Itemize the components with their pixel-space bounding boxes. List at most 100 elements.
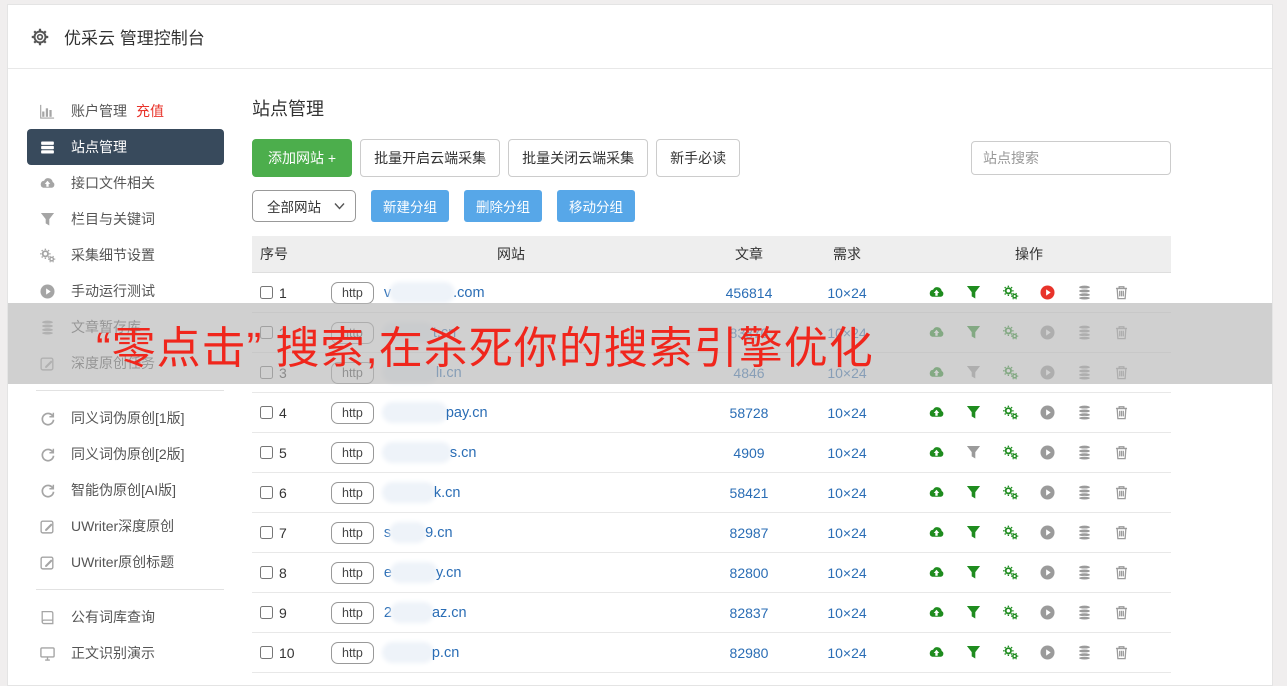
filter-icon[interactable] bbox=[965, 404, 982, 421]
filter-icon[interactable] bbox=[965, 644, 982, 661]
row-checkbox[interactable] bbox=[260, 446, 273, 459]
http-button[interactable]: http bbox=[331, 521, 374, 544]
http-button[interactable]: http bbox=[331, 601, 374, 624]
cloud-upload-icon[interactable] bbox=[928, 364, 945, 381]
database-icon[interactable] bbox=[1076, 284, 1093, 301]
trash-icon[interactable] bbox=[1113, 444, 1130, 461]
article-count[interactable]: 82987 bbox=[691, 525, 807, 541]
play-icon[interactable] bbox=[1039, 324, 1056, 341]
sidebar-item[interactable]: 深度原创任务 bbox=[27, 345, 224, 381]
row-checkbox[interactable] bbox=[260, 286, 273, 299]
play-icon[interactable] bbox=[1039, 564, 1056, 581]
sidebar-item[interactable]: UWriter深度原创 bbox=[27, 508, 224, 544]
play-icon[interactable] bbox=[1039, 404, 1056, 421]
article-count[interactable]: 82980 bbox=[691, 645, 807, 661]
sidebar-item[interactable]: 同义词伪原创[2版] bbox=[27, 436, 224, 472]
sidebar-item[interactable]: 文章暂存库 bbox=[27, 309, 224, 345]
database-icon[interactable] bbox=[1076, 324, 1093, 341]
play-icon[interactable] bbox=[1039, 484, 1056, 501]
article-count[interactable]: 83870 bbox=[691, 325, 807, 341]
article-count[interactable]: 4909 bbox=[691, 445, 807, 461]
demand-value[interactable]: 10×24 bbox=[807, 365, 887, 381]
site-domain[interactable]: s 9.cn bbox=[384, 525, 453, 541]
trash-icon[interactable] bbox=[1113, 404, 1130, 421]
recharge-link[interactable]: 充值 bbox=[136, 101, 164, 121]
demand-value[interactable]: 10×24 bbox=[807, 565, 887, 581]
site-domain[interactable]: v .com bbox=[384, 285, 485, 301]
demand-value[interactable]: 10×24 bbox=[807, 605, 887, 621]
cloud-upload-icon[interactable] bbox=[928, 444, 945, 461]
trash-icon[interactable] bbox=[1113, 284, 1130, 301]
http-button[interactable]: http bbox=[331, 361, 374, 384]
batch-close-button[interactable]: 批量关闭云端采集 bbox=[508, 139, 649, 177]
article-count[interactable]: 58421 bbox=[691, 485, 807, 501]
trash-icon[interactable] bbox=[1113, 564, 1130, 581]
row-checkbox[interactable] bbox=[260, 366, 273, 379]
gears-icon[interactable] bbox=[1002, 364, 1019, 381]
site-domain[interactable]: s.cn bbox=[384, 445, 476, 461]
batch-open-button[interactable]: 批量开启云端采集 bbox=[360, 139, 501, 177]
play-icon[interactable] bbox=[1039, 284, 1056, 301]
gears-icon[interactable] bbox=[1002, 284, 1019, 301]
trash-icon[interactable] bbox=[1113, 484, 1130, 501]
site-domain[interactable]: k.cn bbox=[384, 485, 460, 501]
sidebar-item[interactable]: 采集细节设置 bbox=[27, 237, 224, 273]
play-icon[interactable] bbox=[1039, 524, 1056, 541]
row-checkbox[interactable] bbox=[260, 326, 273, 339]
database-icon[interactable] bbox=[1076, 564, 1093, 581]
sidebar-item[interactable]: 站点管理 bbox=[27, 129, 224, 165]
trash-icon[interactable] bbox=[1113, 324, 1130, 341]
cloud-upload-icon[interactable] bbox=[928, 324, 945, 341]
gears-icon[interactable] bbox=[1002, 564, 1019, 581]
sidebar-item[interactable]: 接口文件相关 bbox=[27, 165, 224, 201]
site-domain[interactable]: 2 az.cn bbox=[384, 605, 467, 621]
gears-icon[interactable] bbox=[1002, 404, 1019, 421]
trash-icon[interactable] bbox=[1113, 604, 1130, 621]
move-group-button[interactable]: 移动分组 bbox=[557, 190, 635, 222]
row-checkbox[interactable] bbox=[260, 646, 273, 659]
play-icon[interactable] bbox=[1039, 644, 1056, 661]
trash-icon[interactable] bbox=[1113, 364, 1130, 381]
article-count[interactable]: 82800 bbox=[691, 565, 807, 581]
group-filter-select[interactable]: 全部网站 bbox=[252, 190, 356, 222]
play-icon[interactable] bbox=[1039, 444, 1056, 461]
filter-icon[interactable] bbox=[965, 524, 982, 541]
row-checkbox[interactable] bbox=[260, 406, 273, 419]
http-button[interactable]: http bbox=[331, 641, 374, 664]
cloud-upload-icon[interactable] bbox=[928, 404, 945, 421]
http-button[interactable]: http bbox=[331, 441, 374, 464]
cloud-upload-icon[interactable] bbox=[928, 524, 945, 541]
demand-value[interactable]: 10×24 bbox=[807, 485, 887, 501]
delete-group-button[interactable]: 删除分组 bbox=[464, 190, 542, 222]
filter-icon[interactable] bbox=[965, 444, 982, 461]
article-count[interactable]: 58728 bbox=[691, 405, 807, 421]
site-domain[interactable]: t.cn bbox=[384, 325, 456, 341]
demand-value[interactable]: 10×24 bbox=[807, 285, 887, 301]
cloud-upload-icon[interactable] bbox=[928, 644, 945, 661]
cloud-upload-icon[interactable] bbox=[928, 484, 945, 501]
trash-icon[interactable] bbox=[1113, 524, 1130, 541]
http-button[interactable]: http bbox=[331, 321, 374, 344]
add-site-button[interactable]: 添加网站 + bbox=[252, 139, 353, 177]
http-button[interactable]: http bbox=[331, 481, 374, 504]
sidebar-item[interactable]: 智能伪原创[AI版] bbox=[27, 472, 224, 508]
demand-value[interactable]: 10×24 bbox=[807, 445, 887, 461]
site-domain[interactable]: p.cn bbox=[384, 645, 459, 661]
article-count[interactable]: 82837 bbox=[691, 605, 807, 621]
play-icon[interactable] bbox=[1039, 364, 1056, 381]
database-icon[interactable] bbox=[1076, 604, 1093, 621]
gears-icon[interactable] bbox=[1002, 604, 1019, 621]
site-search-input[interactable] bbox=[971, 141, 1171, 175]
sidebar-item[interactable]: 账户管理 充值 bbox=[27, 93, 224, 129]
article-count[interactable]: 4846 bbox=[691, 365, 807, 381]
gears-icon[interactable] bbox=[1002, 524, 1019, 541]
database-icon[interactable] bbox=[1076, 444, 1093, 461]
gears-icon[interactable] bbox=[1002, 444, 1019, 461]
article-count[interactable]: 456814 bbox=[691, 285, 807, 301]
sidebar-item[interactable]: UWriter原创标题 bbox=[27, 544, 224, 580]
filter-icon[interactable] bbox=[965, 604, 982, 621]
sidebar-item[interactable]: 公有词库查询 bbox=[27, 599, 224, 635]
filter-icon[interactable] bbox=[965, 564, 982, 581]
http-button[interactable]: http bbox=[331, 561, 374, 584]
gears-icon[interactable] bbox=[1002, 324, 1019, 341]
